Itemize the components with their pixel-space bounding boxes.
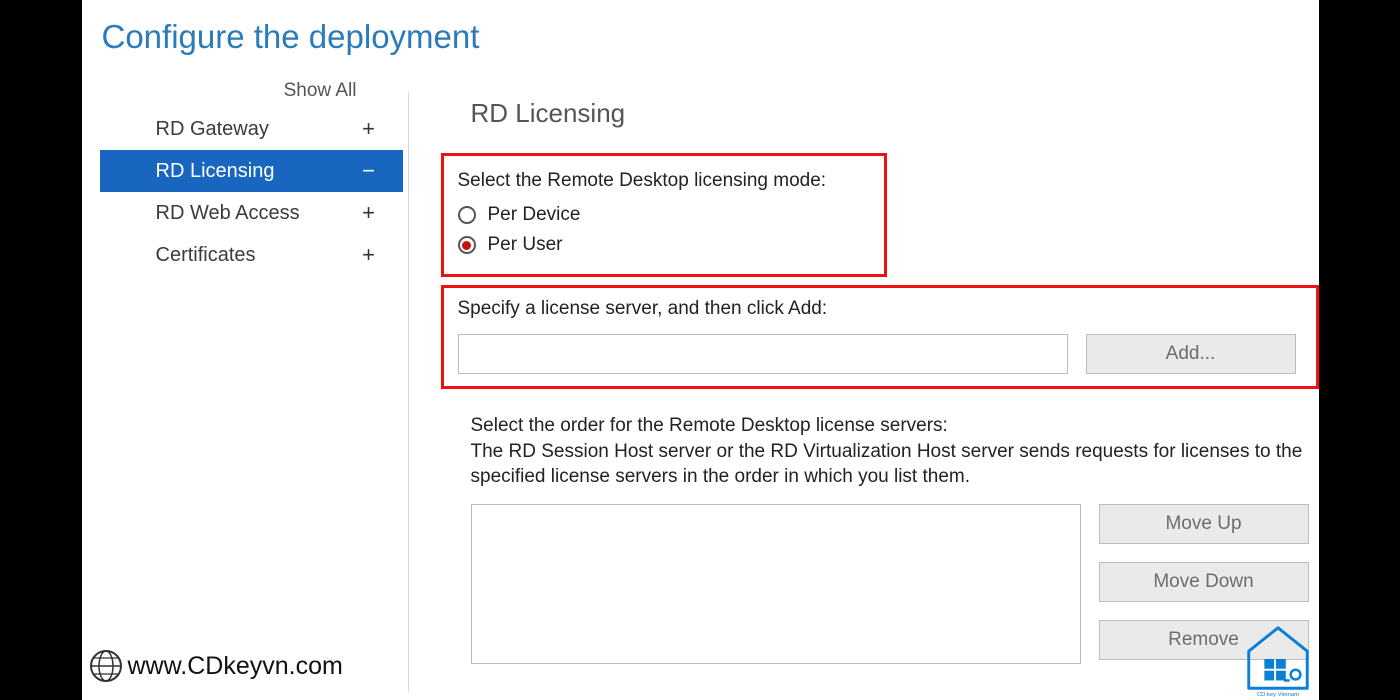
licensing-mode-highlight: Select the Remote Desktop licensing mode… — [441, 153, 887, 277]
deployment-config-window: Configure the deployment Show All RD Gat… — [82, 0, 1319, 700]
watermark-text: www.CDkeyvn.com — [128, 652, 343, 681]
radio-checked-icon — [458, 236, 476, 254]
brand-logo: CD key Vietnam — [1239, 620, 1317, 698]
move-down-button[interactable]: Move Down — [1099, 562, 1309, 602]
expand-icon[interactable]: + — [361, 242, 377, 268]
globe-icon — [88, 648, 124, 684]
add-button[interactable]: Add... — [1086, 334, 1296, 374]
order-label: Select the order for the Remote Desktop … — [471, 415, 948, 436]
main-panel: RD Licensing Select the Remote Desktop l… — [403, 74, 1319, 664]
sidebar-item-label: RD Web Access — [156, 202, 300, 225]
radio-label: Per Device — [488, 204, 581, 226]
sidebar-item-certificates[interactable]: Certificates + — [100, 234, 403, 276]
radio-icon — [458, 206, 476, 224]
license-server-input[interactable] — [458, 334, 1068, 374]
expand-icon[interactable]: + — [361, 116, 377, 142]
server-order-row: Move Up Move Down Remove — [471, 504, 1319, 664]
svg-text:CD key Vietnam: CD key Vietnam — [1256, 692, 1298, 698]
licensing-mode-label: Select the Remote Desktop licensing mode… — [458, 170, 870, 192]
sidebar-item-rd-gateway[interactable]: RD Gateway + — [100, 108, 403, 150]
move-up-button[interactable]: Move Up — [1099, 504, 1309, 544]
sidebar-item-label: RD Gateway — [156, 118, 269, 141]
radio-per-device[interactable]: Per Device — [458, 204, 870, 226]
window-title: Configure the deployment — [82, 0, 1319, 56]
expand-icon[interactable]: + — [361, 200, 377, 226]
sidebar-item-label: RD Licensing — [156, 160, 275, 183]
content-area: Show All RD Gateway + RD Licensing − RD … — [82, 74, 1319, 664]
radio-per-user[interactable]: Per User — [458, 234, 870, 256]
watermark: www.CDkeyvn.com — [88, 648, 343, 684]
license-server-listbox[interactable] — [471, 504, 1081, 664]
specify-server-label: Specify a license server, and then click… — [458, 298, 1302, 320]
show-all-link[interactable]: Show All — [82, 80, 403, 102]
order-desc-text: The RD Session Host server or the RD Vir… — [471, 441, 1303, 488]
sidebar: Show All RD Gateway + RD Licensing − RD … — [82, 74, 403, 664]
sidebar-item-label: Certificates — [156, 244, 256, 267]
sidebar-item-rd-licensing[interactable]: RD Licensing − — [100, 150, 403, 192]
order-description: Select the order for the Remote Desktop … — [471, 413, 1311, 490]
license-server-highlight: Specify a license server, and then click… — [441, 285, 1319, 389]
collapse-icon[interactable]: − — [361, 158, 377, 184]
radio-label: Per User — [488, 234, 563, 256]
section-title: RD Licensing — [471, 98, 1319, 129]
sidebar-item-rd-web-access[interactable]: RD Web Access + — [100, 192, 403, 234]
